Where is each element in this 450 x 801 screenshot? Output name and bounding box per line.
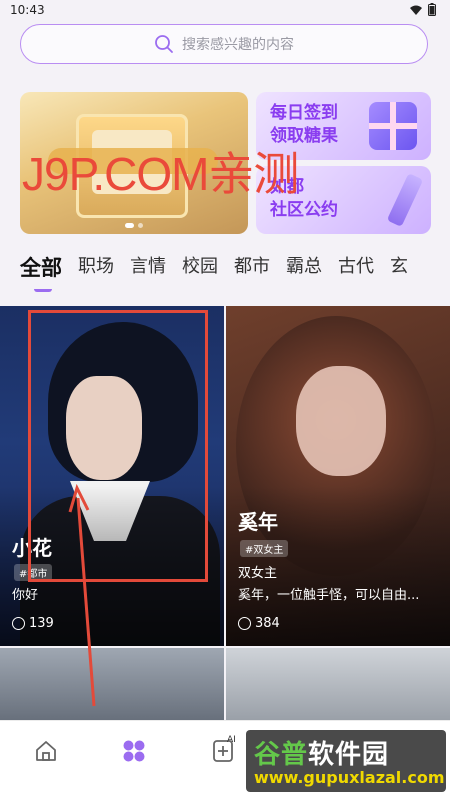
tab-campus[interactable]: 校园 <box>182 252 218 282</box>
pen-icon <box>386 173 424 227</box>
card-description: 奚年，一位触手怪，可以自由... <box>238 588 420 603</box>
gift-icon <box>369 102 417 150</box>
site-watermark-url: www.gupuxlazal.com <box>254 768 445 787</box>
character-face <box>296 366 386 476</box>
card-name: 奚年 <box>238 510 278 534</box>
character-card[interactable] <box>226 648 450 720</box>
carousel-dots <box>125 223 143 228</box>
watermark-overlay: J9P.COM亲测 <box>22 148 299 200</box>
tab-ceo[interactable]: 霸总 <box>286 252 322 282</box>
character-card[interactable]: 奚年 #双女主 双女主 奚年，一位触手怪，可以自由... 384 <box>226 306 450 646</box>
card-subtitle: 你好 <box>12 588 39 603</box>
search-input[interactable]: 搜索感兴趣的内容 <box>182 34 294 54</box>
tab-all[interactable]: 全部 <box>20 252 62 292</box>
status-time: 10:43 <box>10 3 45 17</box>
character-card[interactable] <box>0 648 224 720</box>
create-ai-button[interactable]: AI <box>212 735 236 763</box>
ai-label: AI <box>227 735 236 745</box>
comment-icon <box>238 617 251 630</box>
carousel-dot-active <box>125 223 134 228</box>
status-bar: 10:43 <box>0 0 450 22</box>
site-watermark: 谷普软件园 www.gupuxlazal.com <box>246 730 446 792</box>
card-comment-count: 139 <box>12 616 54 631</box>
search-bar[interactable]: 搜索感兴趣的内容 <box>20 24 428 64</box>
tab-ancient[interactable]: 古代 <box>338 252 374 282</box>
wifi-icon <box>410 5 422 15</box>
search-icon <box>155 35 173 53</box>
card-comment-count: 384 <box>238 616 280 631</box>
category-tabs: 全部 职场 言情 校园 都市 霸总 古代 玄 <box>20 252 408 292</box>
home-icon[interactable] <box>34 739 58 763</box>
discover-icon[interactable] <box>122 739 146 763</box>
card-tag: #双女主 <box>240 540 289 557</box>
card-count-value: 139 <box>29 616 54 631</box>
tab-workplace[interactable]: 职场 <box>78 252 114 282</box>
annotation-box <box>28 310 208 582</box>
battery-icon <box>428 3 436 16</box>
card-subtitle: 双女主 <box>238 566 278 581</box>
card-count-value: 384 <box>255 616 280 631</box>
tab-romance[interactable]: 言情 <box>130 252 166 282</box>
site-watermark-title: 谷普软件园 <box>254 740 390 770</box>
carousel-dot <box>138 223 143 228</box>
tab-fantasy[interactable]: 玄 <box>390 252 408 282</box>
status-icons <box>410 3 436 16</box>
tab-urban[interactable]: 都市 <box>234 252 270 282</box>
comment-icon <box>12 617 25 630</box>
